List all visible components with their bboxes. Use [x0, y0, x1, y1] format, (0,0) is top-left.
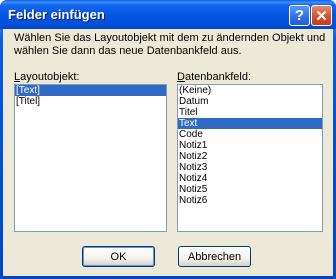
- help-button[interactable]: ?: [289, 5, 310, 26]
- list-item[interactable]: Notiz1: [178, 140, 322, 151]
- help-icon: ?: [294, 7, 305, 24]
- close-button[interactable]: ✕: [311, 5, 332, 26]
- list-item[interactable]: Datum: [178, 96, 322, 107]
- cancel-button[interactable]: Abbrechen: [178, 246, 251, 267]
- list-item[interactable]: Text: [178, 118, 322, 129]
- list-item[interactable]: Code: [178, 129, 322, 140]
- list-item[interactable]: (Keine): [178, 85, 322, 96]
- dialog-title: Felder einfügen: [8, 7, 105, 22]
- layout-object-list[interactable]: [Text] [Titel]: [14, 84, 167, 232]
- list-item[interactable]: Notiz5: [178, 184, 322, 195]
- database-field-label: Datenbankfeld:: [177, 71, 252, 83]
- list-item[interactable]: Titel: [178, 107, 322, 118]
- database-field-list[interactable]: (Keine) Datum Titel Text Code Notiz1 Notiz2 Not…: [177, 84, 323, 232]
- close-icon: ✕: [315, 7, 328, 25]
- ok-button[interactable]: OK: [82, 246, 155, 267]
- dialog-window: Felder einfügen ? ✕ Wählen Sie das Layou…: [0, 0, 336, 279]
- list-item[interactable]: Notiz6: [178, 195, 322, 206]
- layout-object-label: Layoutobjekt:: [14, 71, 80, 83]
- list-item[interactable]: Notiz3: [178, 162, 322, 173]
- list-item[interactable]: [Text]: [15, 85, 166, 96]
- dialog-body: Wählen Sie das Layoutobjekt mit dem zu ä…: [3, 29, 333, 276]
- list-item[interactable]: Notiz4: [178, 173, 322, 184]
- list-item[interactable]: Notiz2: [178, 151, 322, 162]
- list-item[interactable]: [Titel]: [15, 96, 166, 107]
- instruction-text: Wählen Sie das Layoutobjekt mit dem zu ä…: [14, 32, 326, 57]
- title-bar[interactable]: Felder einfügen ? ✕: [0, 0, 336, 29]
